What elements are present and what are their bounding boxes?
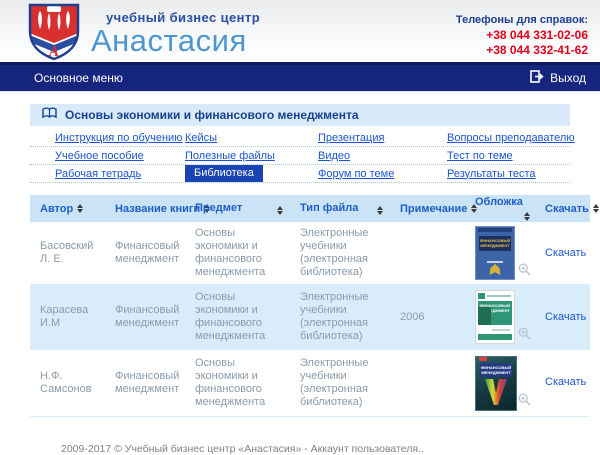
contact-phones: Телефоны для справок: +38 044 331-02-06 … xyxy=(456,14,588,58)
course-links: Инструкция по обучению Кейсы Презентация… xyxy=(30,129,570,183)
sort-icon xyxy=(377,206,383,215)
cell-note xyxy=(390,222,465,284)
cell-cover: ФИНАНСОВЫЙ МЕНЕДЖМЕНТ xyxy=(465,222,535,284)
column-header-filetype[interactable]: Тип файла xyxy=(290,195,390,222)
column-header-book[interactable]: Название книги xyxy=(105,195,185,222)
sort-icon xyxy=(593,204,599,213)
cell-author: Басовский Л. Е. xyxy=(30,222,105,284)
book-cover-thumbnail[interactable]: ФИНАНСОВЫЙ МЕНЕДЖМЕНТ xyxy=(475,226,515,280)
download-link[interactable]: Скачать xyxy=(545,311,586,323)
cell-note xyxy=(390,350,465,416)
column-header-note[interactable]: Примечание xyxy=(390,195,465,222)
link-library-active[interactable]: Библиотека xyxy=(185,165,263,182)
zoom-cover-icon[interactable] xyxy=(518,327,531,344)
links-row: Учебное пособие Полезные файлы Видео Тес… xyxy=(30,147,570,165)
column-header-author[interactable]: Автор xyxy=(30,195,105,222)
book-cover-thumbnail[interactable]: ФИНАНСОВЫЙ МЕНЕДЖМЕНТ xyxy=(475,356,517,411)
cell-filetype: Электронные учебники (электронная библио… xyxy=(290,350,390,416)
crest-logo-icon: А xyxy=(27,3,81,66)
footer-copyright: 2009-2017 © Учебный бизнес центр «Анаста… xyxy=(61,443,570,455)
cell-filetype: Электронные учебники (электронная библио… xyxy=(290,284,390,350)
book-cover-thumbnail[interactable]: ФИНАНСОВЫЙ МЕНЕДЖМЕНТ xyxy=(475,290,515,344)
cell-subject: Основы экономики и финансового менеджмен… xyxy=(185,350,290,416)
link-questions[interactable]: Вопросы преподавателю xyxy=(447,132,575,144)
table-header-row: Автор Название книги Предмет Тип файла П… xyxy=(30,195,590,222)
main-content: Основы экономики и финансового менеджмен… xyxy=(0,92,600,455)
link-test-results[interactable]: Результаты теста xyxy=(447,168,536,180)
sort-icon xyxy=(524,212,530,221)
logout-label: Выход xyxy=(550,71,586,85)
sort-icon xyxy=(77,204,83,213)
link-forum[interactable]: Форум по теме xyxy=(318,168,394,180)
site-header: А учебный бизнес центр Анастасия Телефон… xyxy=(0,0,600,62)
library-table: Автор Название книги Предмет Тип файла П… xyxy=(30,195,590,417)
cell-subject: Основы экономики и финансового менеджмен… xyxy=(185,222,290,284)
link-video[interactable]: Видео xyxy=(318,150,350,162)
course-title-band: Основы экономики и финансового менеджмен… xyxy=(30,104,570,126)
sort-icon xyxy=(277,206,283,215)
download-link[interactable]: Скачать xyxy=(545,247,586,259)
zoom-cover-icon[interactable] xyxy=(518,393,531,410)
cell-author: Карасева И.М xyxy=(30,284,105,350)
link-test[interactable]: Тест по теме xyxy=(447,150,513,162)
download-link[interactable]: Скачать xyxy=(545,376,586,388)
main-navbar: Основное меню Выход xyxy=(0,62,600,92)
logout-button[interactable]: Выход xyxy=(530,70,586,86)
column-header-download[interactable]: Скачать xyxy=(535,195,590,222)
phone-number-1: +38 044 331-02-06 xyxy=(456,28,588,43)
link-useful-files[interactable]: Полезные файлы xyxy=(185,150,275,162)
column-header-subject[interactable]: Предмет xyxy=(185,195,290,222)
logout-icon xyxy=(530,70,544,86)
links-row: Рабочая тетрадь Библиотека Форум по теме… xyxy=(30,165,570,183)
link-presentation[interactable]: Презентация xyxy=(318,132,384,144)
page-title: Основы экономики и финансового менеджмен… xyxy=(65,108,359,122)
links-row: Инструкция по обучению Кейсы Презентация… xyxy=(30,129,570,147)
open-book-icon xyxy=(42,106,57,124)
brand-title: учебный бизнес центр Анастасия xyxy=(91,11,260,56)
phones-label: Телефоны для справок: xyxy=(456,14,588,26)
link-cases[interactable]: Кейсы xyxy=(185,132,217,144)
cell-cover: ФИНАНСОВЫЙ МЕНЕДЖМЕНТ xyxy=(465,284,535,350)
link-workbook[interactable]: Рабочая тетрадь xyxy=(55,168,141,180)
phone-number-2: +38 044 332-41-62 xyxy=(456,43,588,58)
cell-note: 2006 xyxy=(390,284,465,350)
book-row-3: Н.Ф. Самсонов Финансовый менеджмент Осно… xyxy=(30,350,590,416)
book-row-2: Карасева И.М Финансовый менеджмент Основ… xyxy=(30,284,590,350)
cell-author: Н.Ф. Самсонов xyxy=(30,350,105,416)
main-menu-button[interactable]: Основное меню xyxy=(34,71,123,85)
zoom-cover-icon[interactable] xyxy=(518,263,531,280)
cell-filetype: Электронные учебники (электронная библио… xyxy=(290,222,390,284)
cell-subject: Основы экономики и финансового менеджмен… xyxy=(185,284,290,350)
link-instruction[interactable]: Инструкция по обучению xyxy=(55,132,182,144)
link-textbook[interactable]: Учебное пособие xyxy=(55,150,144,162)
cell-book: Финансовый менеджмент xyxy=(105,284,185,350)
cell-cover: ФИНАНСОВЫЙ МЕНЕДЖМЕНТ xyxy=(465,350,535,416)
cover-art xyxy=(484,379,508,409)
book-row-1: Басовский Л. Е. Финансовый менеджмент Ос… xyxy=(30,222,590,284)
cell-book: Финансовый менеджмент xyxy=(105,222,185,284)
brand-name: Анастасия xyxy=(91,25,260,56)
cell-book: Финансовый менеджмент xyxy=(105,350,185,416)
